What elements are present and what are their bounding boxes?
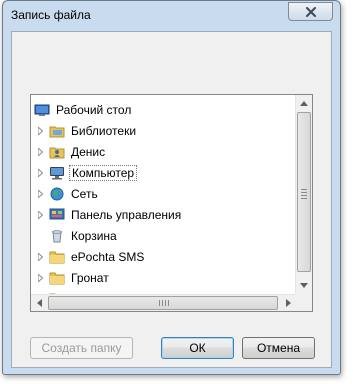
expand-arrow-icon[interactable]	[36, 141, 45, 162]
network-icon	[49, 186, 65, 202]
expand-arrow-icon[interactable]	[36, 246, 45, 267]
tree-item-label: Компьютер	[69, 164, 138, 181]
folder-tree[interactable]: Рабочий стол Библиотеки Денис Компьютер Сеть…	[30, 94, 313, 312]
recycle-bin-icon	[49, 228, 65, 244]
expand-arrow-icon[interactable]	[36, 267, 45, 288]
scrollbar-corner	[295, 294, 312, 311]
tree-item[interactable]: Библиотеки	[31, 120, 297, 141]
vertical-scrollbar[interactable]	[295, 95, 312, 294]
close-button[interactable]	[288, 2, 333, 21]
tree-item-label: Рабочий стол	[56, 102, 132, 117]
expand-arrow-icon[interactable]	[36, 120, 45, 141]
horizontal-scrollbar[interactable]	[31, 294, 296, 311]
scroll-up-arrow[interactable]	[296, 95, 312, 111]
expand-arrow-icon[interactable]	[36, 183, 45, 204]
libraries-icon	[49, 123, 65, 139]
user-folder-icon	[49, 144, 65, 160]
desktop-icon	[34, 102, 50, 118]
tree-item-label: Библиотеки	[71, 123, 137, 138]
tree-item-label: Гронат	[71, 270, 109, 285]
tree-item-label: Корзина	[71, 228, 117, 243]
tree-item-label: Денис	[71, 144, 106, 159]
save-file-dialog: Запись файла Рабочий стол Библиотеки Денис…	[2, 0, 341, 375]
tree-item-label: Сеть	[71, 186, 98, 201]
scroll-down-arrow[interactable]	[296, 277, 312, 293]
folder-tree-rows: Рабочий стол Библиотеки Денис Компьютер Сеть…	[31, 95, 297, 295]
scroll-left-arrow[interactable]	[31, 295, 47, 311]
tree-item[interactable]: Компьютер	[31, 162, 297, 183]
control-panel-icon	[49, 207, 65, 223]
scroll-right-arrow[interactable]	[280, 295, 296, 311]
title-bar[interactable]: Запись файла	[3, 1, 340, 31]
dialog-title: Запись файла	[11, 8, 91, 22]
expand-arrow-icon[interactable]	[36, 204, 45, 225]
cancel-button[interactable]: Отмена	[242, 337, 315, 359]
ok-button[interactable]: ОК	[161, 337, 234, 359]
tree-item-label: ePochta SMS	[71, 249, 145, 264]
folder-icon	[49, 270, 65, 286]
close-icon	[305, 6, 316, 17]
tree-item[interactable]: Денис	[31, 141, 297, 162]
tree-item[interactable]: ePochta SMS	[31, 246, 297, 267]
tree-item-label: Панель управления	[71, 207, 182, 222]
tree-item[interactable]: Панель управления	[31, 204, 297, 225]
tree-item[interactable]: Корзина	[31, 225, 297, 246]
computer-icon	[49, 165, 65, 181]
new-folder-button[interactable]: Создать папку	[30, 337, 133, 359]
vertical-scroll-thumb[interactable]	[297, 112, 311, 272]
folder-icon	[49, 249, 65, 265]
dialog-client-area: Рабочий стол Библиотеки Денис Компьютер Сеть…	[11, 31, 332, 368]
expand-arrow-icon	[36, 225, 45, 246]
tree-item[interactable]: Гронат	[31, 267, 297, 288]
expand-arrow-icon[interactable]	[36, 162, 45, 183]
tree-item[interactable]: Сеть	[31, 183, 297, 204]
tree-item[interactable]: Рабочий стол	[31, 99, 297, 120]
horizontal-scroll-thumb[interactable]	[48, 296, 278, 310]
